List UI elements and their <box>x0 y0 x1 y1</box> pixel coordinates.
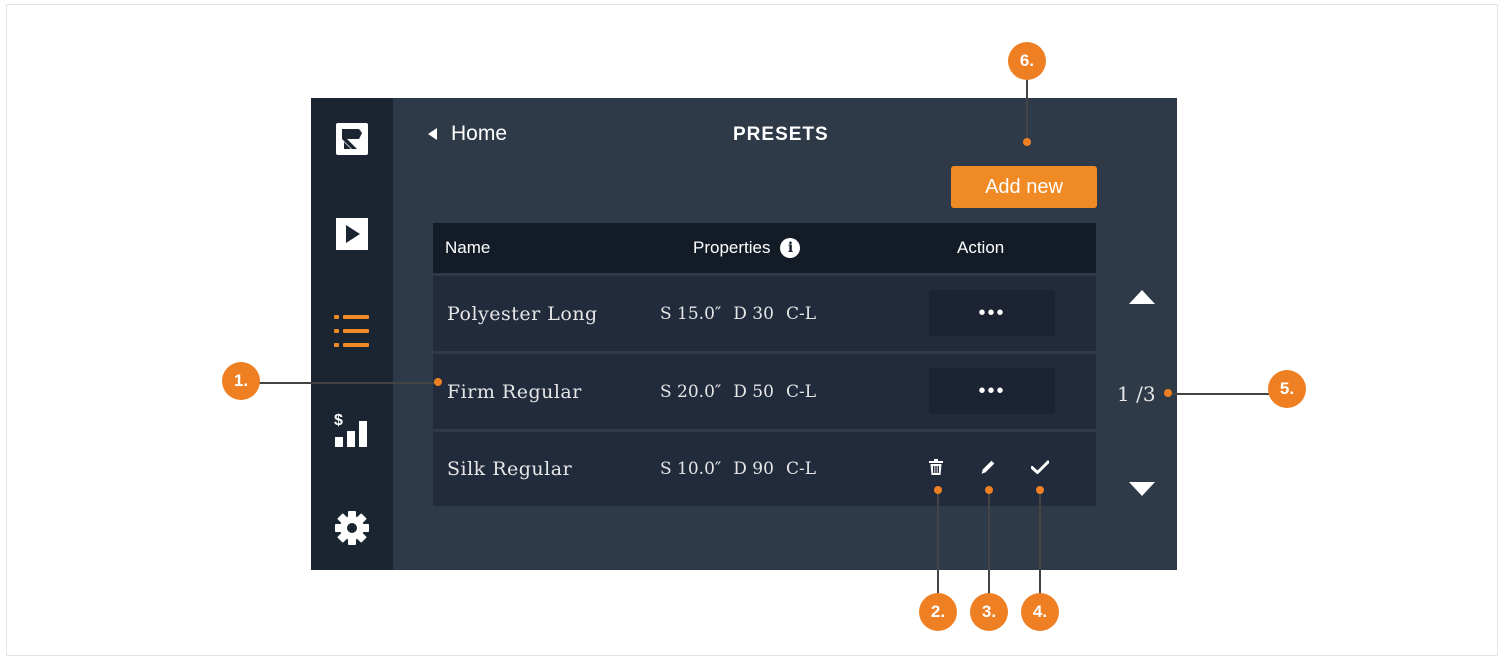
preset-properties: S 10.0″ D 90 C-L <box>660 432 828 506</box>
callout-2-dot <box>934 486 942 494</box>
table-row-selected[interactable]: Silk Regular S 10.0″ D 90 C-L <box>433 429 1096 506</box>
table-row[interactable]: Firm Regular S 20.0″ D 50 C-L ••• <box>433 351 1096 429</box>
property-d: D 50 <box>733 381 774 402</box>
callout-5: 5. <box>1268 370 1306 408</box>
callout-1: 1. <box>222 362 260 400</box>
info-icon[interactable]: i <box>780 238 801 258</box>
property-d: D 90 <box>733 459 774 479</box>
table-header: Name Properties i Action <box>433 223 1096 273</box>
add-new-button[interactable]: Add new <box>951 166 1097 208</box>
callout-6-dot <box>1023 138 1031 146</box>
sales-chart-icon[interactable]: $ <box>311 406 393 456</box>
preset-name: Firm Regular <box>447 380 582 403</box>
preset-properties: S 15.0″ D 30 C-L <box>660 276 828 351</box>
sidebar: $ <box>311 98 393 570</box>
property-s: S 15.0″ <box>660 303 722 324</box>
callout-1-dot <box>434 378 442 386</box>
pencil-icon[interactable] <box>975 454 1001 480</box>
logo-icon[interactable] <box>311 116 393 162</box>
check-icon[interactable] <box>1027 454 1053 480</box>
svg-text:$: $ <box>334 412 343 429</box>
back-arrow-icon <box>428 128 437 140</box>
preset-name: Silk Regular <box>447 458 573 480</box>
property-s: S 20.0″ <box>660 381 722 402</box>
callout-5-leader <box>1168 393 1272 395</box>
property-c: C-L <box>785 459 816 479</box>
page-title: PRESETS <box>733 124 829 145</box>
callout-4-leader <box>1039 490 1041 600</box>
back-label: Home <box>451 122 508 145</box>
preset-name: Polyester Long <box>447 302 598 325</box>
more-options-button[interactable]: ••• <box>929 290 1055 336</box>
column-header-action: Action <box>957 238 1005 257</box>
callout-3-dot <box>985 486 993 494</box>
column-header-properties: Properties i <box>693 223 801 273</box>
property-c: C-L <box>785 303 816 324</box>
callout-2-leader <box>937 490 939 600</box>
column-header-name: Name <box>445 238 491 257</box>
column-header-properties-label: Properties <box>693 238 771 257</box>
page-indicator: 1 /3 <box>1117 382 1156 406</box>
property-s: S 10.0″ <box>660 459 722 479</box>
device-screen: $ Home PRESETS Add new Name Properties i… <box>311 98 1177 570</box>
property-c: C-L <box>785 381 816 402</box>
more-options-button[interactable]: ••• <box>929 368 1055 414</box>
callout-1-leader <box>258 382 438 384</box>
list-icon[interactable] <box>311 306 393 358</box>
callout-2: 2. <box>919 593 957 631</box>
trash-icon[interactable] <box>923 454 949 480</box>
page-down-arrow-icon[interactable] <box>1129 482 1155 496</box>
play-icon[interactable] <box>311 211 393 257</box>
property-d: D 30 <box>733 303 774 324</box>
gear-icon[interactable] <box>311 506 393 550</box>
back-link[interactable]: Home <box>428 122 507 146</box>
table-row[interactable]: Polyester Long S 15.0″ D 30 C-L ••• <box>433 273 1096 351</box>
callout-4-dot <box>1036 486 1044 494</box>
callout-5-dot <box>1164 389 1172 397</box>
callout-4: 4. <box>1021 593 1059 631</box>
callout-6: 6. <box>1008 42 1046 80</box>
callout-6-leader <box>1026 70 1028 142</box>
callout-3-leader <box>988 490 990 600</box>
preset-properties: S 20.0″ D 50 C-L <box>660 354 828 429</box>
presets-table: Name Properties i Action Polyester Long … <box>433 223 1096 506</box>
page-up-arrow-icon[interactable] <box>1129 290 1155 304</box>
callout-3: 3. <box>970 593 1008 631</box>
